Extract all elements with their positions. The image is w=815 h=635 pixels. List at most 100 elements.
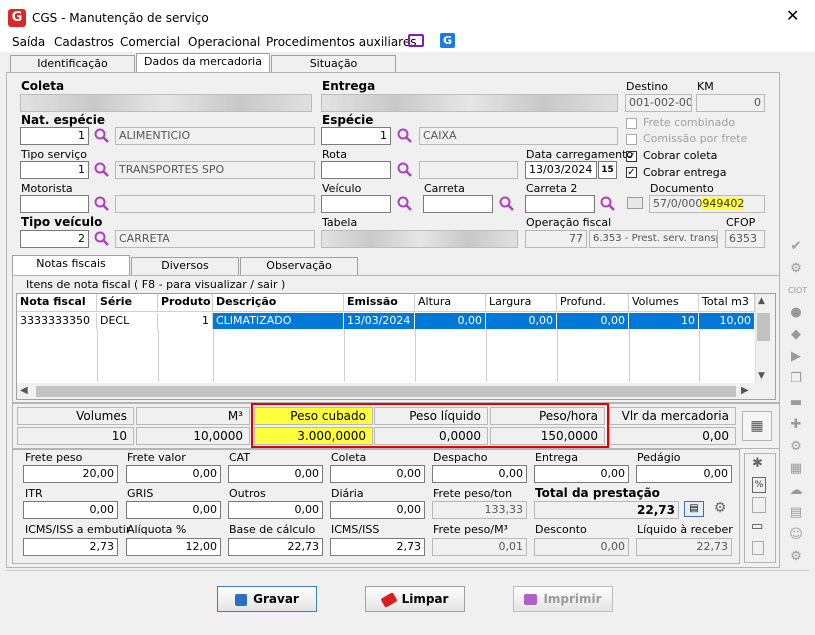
col-largura[interactable]: Largura [486, 294, 557, 312]
especie-code[interactable]: 1 [321, 127, 391, 145]
puzzle-icon[interactable]: ✚ [788, 418, 804, 432]
close-button[interactable]: ✕ [786, 6, 799, 25]
cell-volumes[interactable]: 10 [629, 313, 699, 329]
calendar-button[interactable]: 15 [598, 161, 617, 179]
gear-side-icon[interactable]: ⚙ [788, 550, 804, 564]
menu-comercial[interactable]: Comercial [120, 35, 180, 49]
tab-situacao[interactable]: Situação [271, 55, 396, 73]
search-icon[interactable] [600, 196, 616, 212]
icms-iss-field[interactable]: 2,73 [330, 538, 425, 556]
search-icon[interactable] [94, 128, 110, 144]
frete-combinado-checkbox[interactable] [626, 118, 637, 129]
cell-largura[interactable]: 0,00 [486, 313, 557, 329]
scroll-down-icon[interactable]: ▼ [758, 371, 765, 381]
frete-peso-field[interactable]: 20,00 [23, 465, 118, 483]
send-doc-icon[interactable]: ▶ [788, 350, 804, 364]
people-icon[interactable]: ☺ [788, 528, 804, 542]
cell-descricao[interactable]: CLIMATIZADO [213, 313, 344, 329]
settings-icon[interactable]: ⚙ [788, 262, 804, 276]
coleta-field[interactable] [20, 94, 312, 112]
cell-serie[interactable]: DECL [97, 313, 158, 329]
cat-field[interactable]: 0,00 [228, 465, 323, 483]
scroll-left-icon[interactable]: ◀ [20, 385, 28, 396]
cloud-icon[interactable]: ☁ [788, 484, 804, 498]
book-icon[interactable]: ▤ [684, 501, 704, 517]
rota-field[interactable] [321, 161, 391, 179]
search-icon[interactable] [94, 231, 110, 247]
scroll-right-icon[interactable]: ▶ [741, 385, 749, 396]
cell-altura[interactable]: 0,00 [415, 313, 486, 329]
nat-especie-code[interactable]: 1 [20, 127, 89, 145]
tab-observacao[interactable]: Observação [240, 257, 358, 275]
menu-operacional[interactable]: Operacional [188, 35, 260, 49]
monitor-icon[interactable] [408, 34, 424, 47]
tab-diversos[interactable]: Diversos [131, 257, 239, 275]
icms-embutir-field[interactable]: 2,73 [23, 538, 118, 556]
data-carregamento-field[interactable]: 13/03/2024 [525, 161, 597, 179]
menu-procedimentos-auxiliares[interactable]: Procedimentos auxiliares [266, 35, 416, 49]
despacho-field[interactable]: 0,00 [432, 465, 527, 483]
frete-valor-field[interactable]: 0,00 [126, 465, 221, 483]
calculator-icon[interactable]: ▦ [742, 411, 772, 441]
col-produto[interactable]: Produto [158, 294, 213, 312]
imprimir-button[interactable]: Imprimir [513, 586, 613, 612]
motorista-code[interactable] [20, 195, 89, 213]
tools-icon[interactable]: ⚙ [710, 500, 730, 518]
copy-icon[interactable]: ❐ [788, 372, 804, 386]
book-side-icon[interactable]: ▤ [788, 506, 804, 520]
col-altura[interactable]: Altura [415, 294, 486, 312]
gear-doc-icon[interactable]: ⚙ [788, 440, 804, 454]
circle-icon[interactable]: ● [788, 306, 804, 320]
tabela-field[interactable] [321, 230, 518, 248]
diaria-field[interactable]: 0,00 [330, 501, 425, 519]
tab-identificacao[interactable]: Identificação [10, 55, 135, 73]
col-total-m3[interactable]: Total m3 [699, 294, 755, 312]
comissao-frete-checkbox[interactable] [626, 134, 637, 145]
col-emissao[interactable]: Emissão [344, 294, 415, 312]
scroll-up-icon[interactable]: ▲ [758, 296, 765, 306]
gris-field[interactable]: 0,00 [126, 501, 221, 519]
operacao-fiscal-code[interactable]: 77 [525, 230, 587, 248]
destino-field[interactable]: 001-002-002 [625, 94, 692, 112]
col-nota-fiscal[interactable]: Nota fiscal [17, 294, 97, 312]
base-calculo-field[interactable]: 22,73 [228, 538, 323, 556]
check-icon[interactable]: ✔ [788, 240, 804, 254]
limpar-button[interactable]: Limpar [365, 586, 465, 612]
menu-cadastros[interactable]: Cadastros [54, 35, 114, 49]
tab-notas-fiscais[interactable]: Notas fiscais [12, 255, 130, 276]
km-field[interactable]: 0 [696, 94, 765, 112]
cell-nota-fiscal[interactable]: 3333333350 [17, 313, 97, 329]
col-profund[interactable]: Profund. [557, 294, 629, 312]
gravar-button[interactable]: Gravar [217, 586, 317, 612]
search-icon[interactable] [397, 196, 413, 212]
aliquota-field[interactable]: 12,00 [126, 538, 221, 556]
cell-total-m3[interactable]: 10,00 [699, 313, 755, 329]
tipo-servico-code[interactable]: 1 [20, 161, 89, 179]
outros-field[interactable]: 0,00 [228, 501, 323, 519]
doc-icon[interactable] [752, 497, 766, 513]
ciot-icon[interactable]: CIOT [788, 284, 807, 298]
search-icon[interactable] [94, 162, 110, 178]
tag-icon[interactable]: ◆ [788, 328, 804, 342]
screen-hand-icon[interactable]: ▭ [751, 519, 763, 534]
pedagio-field[interactable]: 0,00 [636, 465, 732, 483]
grid-doc-icon[interactable]: ▦ [788, 462, 804, 476]
search-icon[interactable] [499, 196, 515, 212]
menu-saida[interactable]: Saída [12, 35, 45, 49]
percent-doc-icon[interactable]: % [752, 477, 766, 493]
col-serie[interactable]: Série [97, 294, 158, 312]
cobrar-entrega-checkbox[interactable]: ✓ [626, 167, 637, 178]
cell-profund[interactable]: 0,00 [557, 313, 629, 329]
coleta-total-field[interactable]: 0,00 [330, 465, 425, 483]
entrega-total-field[interactable]: 0,00 [534, 465, 629, 483]
carreta2-field[interactable] [525, 195, 595, 213]
veiculo-field[interactable] [321, 195, 391, 213]
search-icon[interactable] [397, 128, 413, 144]
entrega-field[interactable] [321, 94, 618, 112]
cell-produto[interactable]: 1 [158, 313, 213, 329]
scroll-h-thumb[interactable] [36, 386, 736, 397]
cell-emissao[interactable]: 13/03/2024 [344, 313, 415, 329]
scroll-thumb[interactable] [757, 313, 770, 341]
app-g-icon[interactable]: G [440, 33, 455, 48]
itr-field[interactable]: 0,00 [23, 501, 118, 519]
